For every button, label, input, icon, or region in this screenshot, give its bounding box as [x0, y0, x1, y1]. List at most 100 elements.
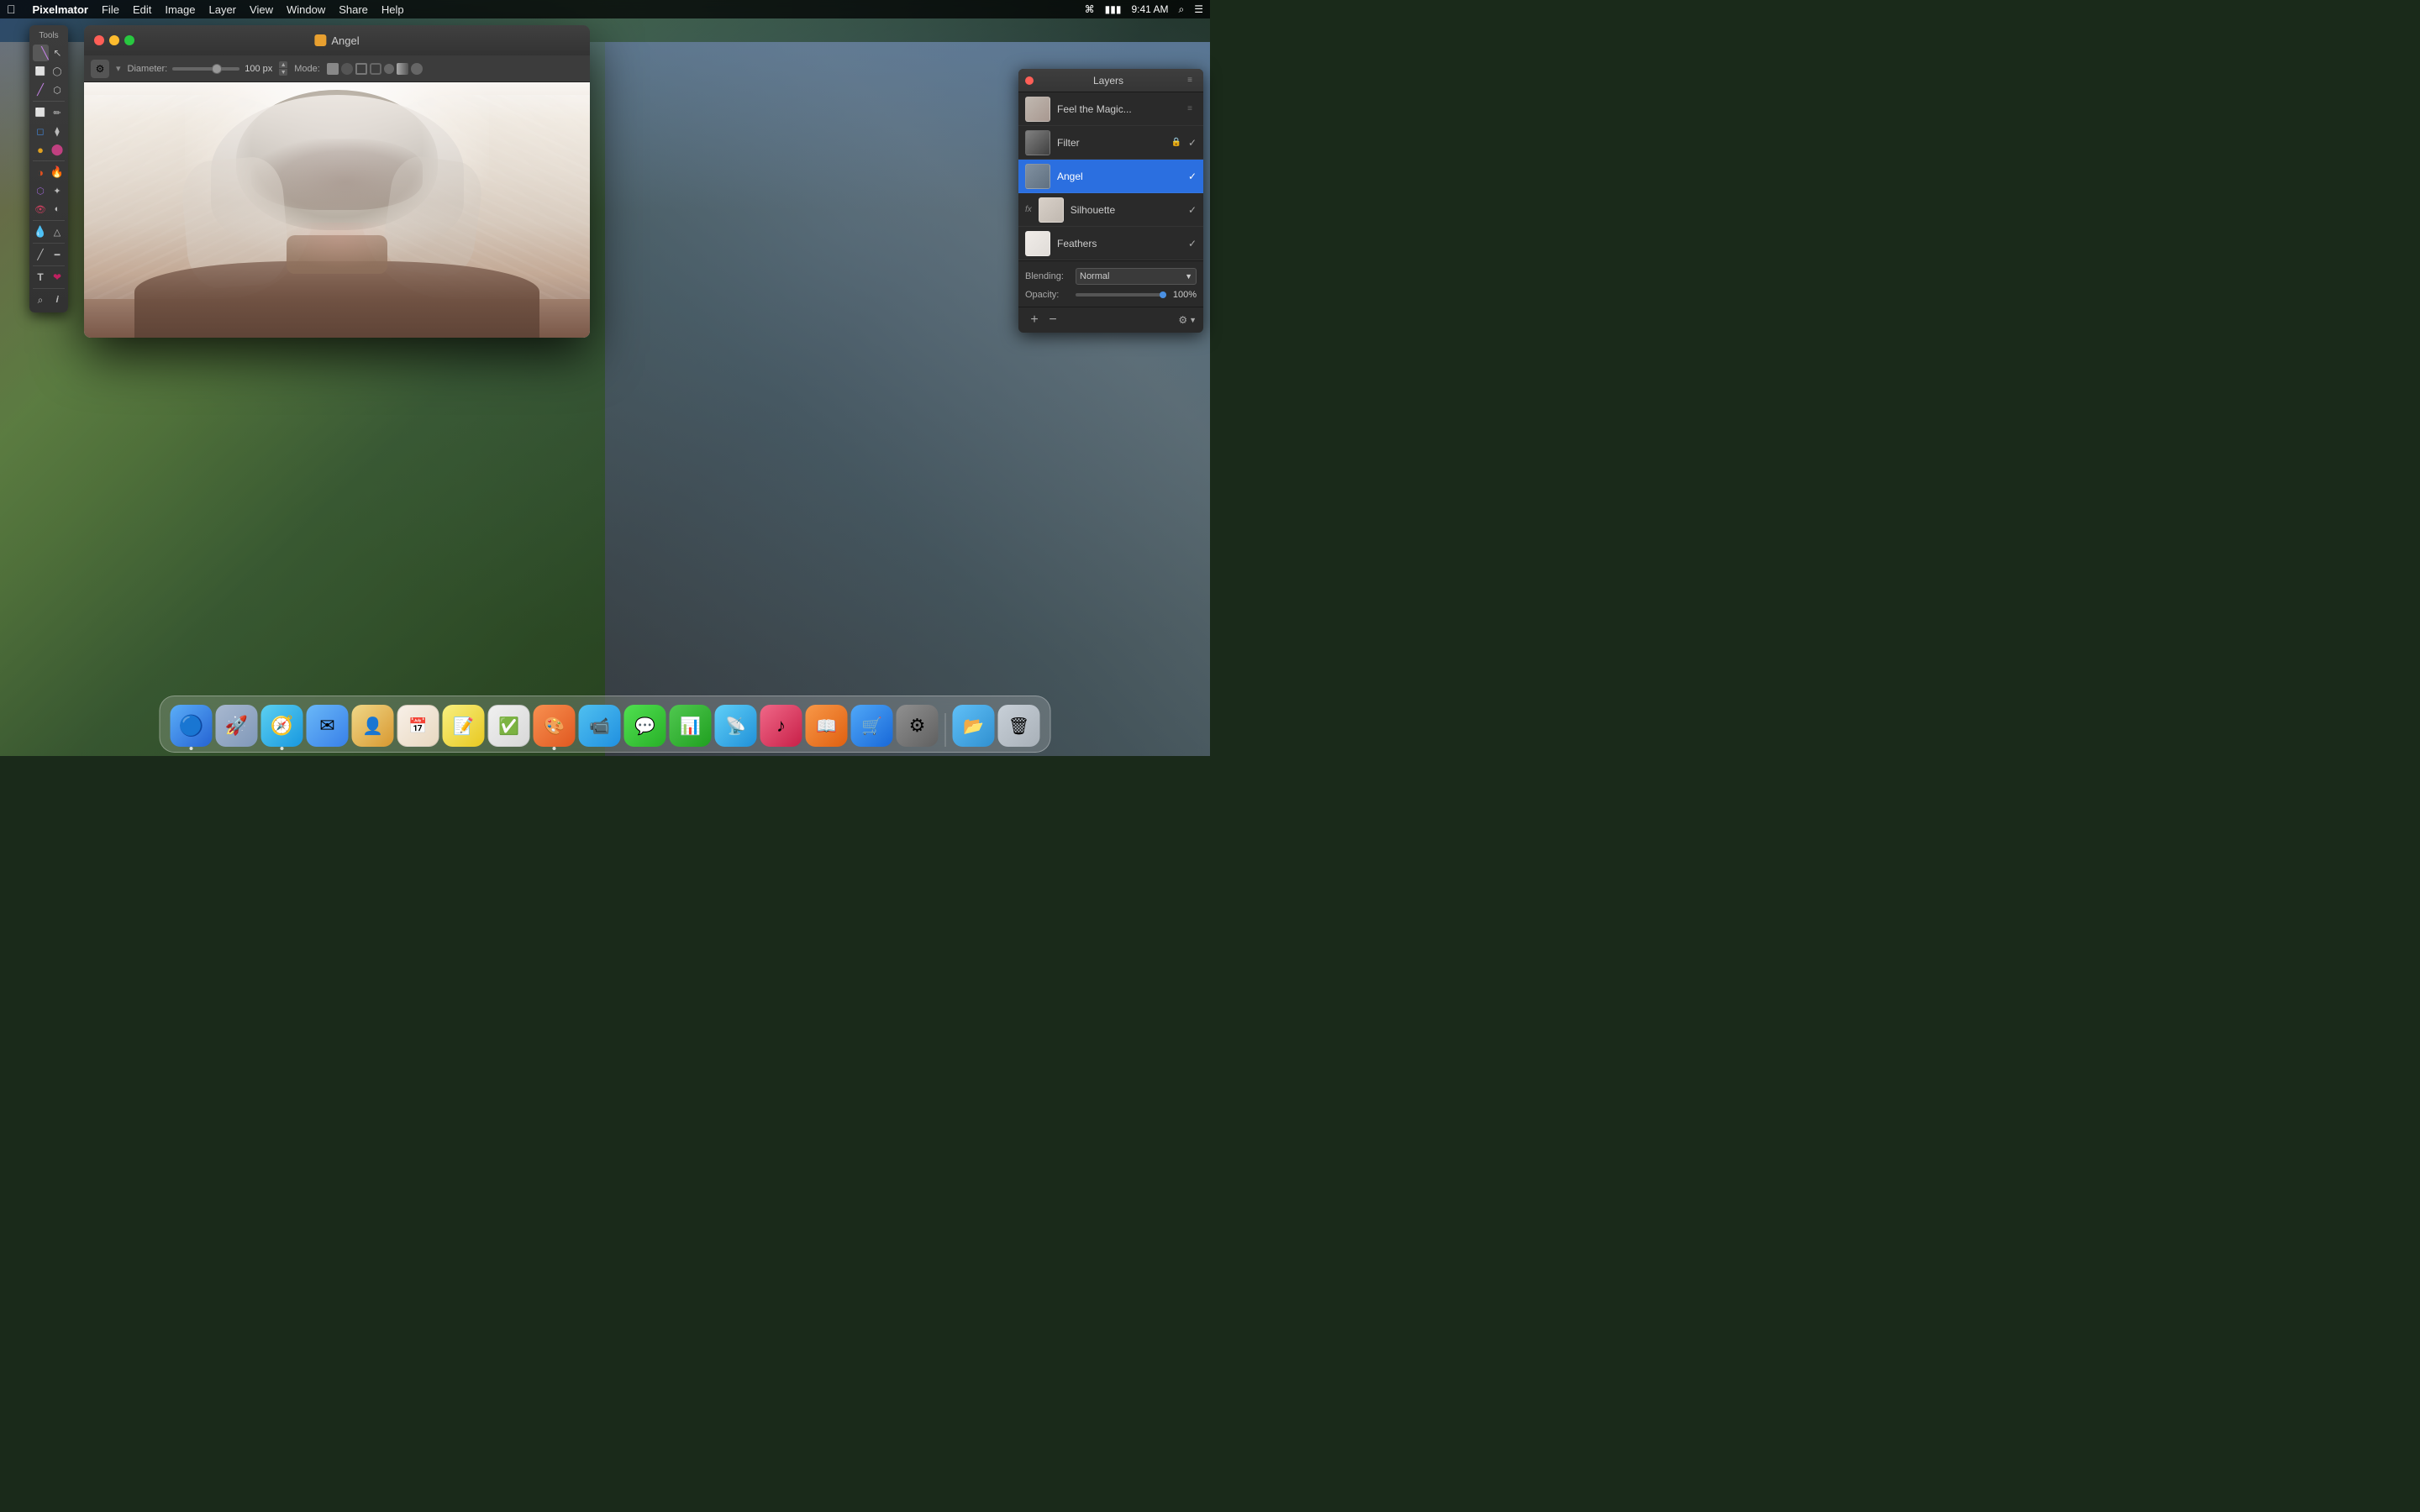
dock-item-calendar[interactable]: 📅: [397, 705, 439, 747]
ellipse-select-tool[interactable]: ◯: [50, 63, 65, 80]
close-button[interactable]: [94, 35, 104, 45]
layer-silhouette[interactable]: fx Silhouette ✓: [1018, 193, 1203, 227]
tool-row-13: ⌕ 𝒊: [29, 291, 68, 309]
layer-name-feel: Feel the Magic...: [1057, 103, 1176, 115]
gradient-tool[interactable]: ●: [33, 141, 48, 158]
dock-item-music[interactable]: ♪: [760, 705, 802, 747]
dock-item-reminders[interactable]: ✅: [488, 705, 530, 747]
pencil-tool[interactable]: ✏: [50, 104, 65, 121]
opacity-slider[interactable]: [1076, 293, 1166, 297]
layers-footer: + − ⚙ ▼: [1018, 307, 1203, 333]
blending-chevron: ▼: [1185, 272, 1192, 281]
mode-btn-1[interactable]: [327, 63, 339, 75]
menu-layer[interactable]: Layer: [208, 3, 236, 16]
brush-tool[interactable]: ╱: [33, 81, 48, 98]
diameter-slider[interactable]: [172, 67, 239, 71]
menu-window[interactable]: Window: [287, 3, 325, 16]
dock-item-launchpad[interactable]: 🚀: [216, 705, 258, 747]
dock-item-notes[interactable]: 📝: [443, 705, 485, 747]
tool-row-6: ● ⬤: [29, 140, 68, 159]
apple-menu[interactable]: : [7, 3, 16, 16]
tool-row-12: T ❤: [29, 268, 68, 286]
dock-item-sysprefs[interactable]: ⚙: [897, 705, 939, 747]
gear-icon: ⚙: [96, 63, 105, 75]
text-tool[interactable]: T: [33, 269, 48, 286]
launchpad-icon: 🚀: [225, 715, 248, 737]
clock: 9:41 AM: [1131, 3, 1168, 15]
remove-layer-button[interactable]: −: [1044, 311, 1062, 329]
selection-tool[interactable]: ↖: [50, 45, 65, 61]
paint-bucket-tool[interactable]: ⧫: [50, 123, 65, 139]
heal-tool[interactable]: ✦: [50, 182, 65, 199]
minimize-button[interactable]: [109, 35, 119, 45]
layers-close-button[interactable]: [1025, 76, 1034, 85]
sponge-tool[interactable]: ◐: [50, 201, 65, 218]
layer-name-feathers: Feathers: [1057, 238, 1181, 249]
blur-tool[interactable]: 💧: [33, 223, 48, 240]
dock-item-trash[interactable]: 🗑: [998, 705, 1040, 747]
search-icon[interactable]: ⌕: [1179, 3, 1185, 16]
dock-item-appstore[interactable]: 🛒: [851, 705, 893, 747]
menu-share[interactable]: Share: [339, 3, 368, 16]
dock-item-pixelmator[interactable]: 🎨: [534, 705, 576, 747]
dock-item-finder[interactable]: 🔵: [171, 705, 213, 747]
maximize-button[interactable]: [124, 35, 134, 45]
dock-item-folder[interactable]: 📂: [953, 705, 995, 747]
menu-view[interactable]: View: [250, 3, 273, 16]
layers-settings-button[interactable]: ⚙ ▼: [1178, 314, 1197, 326]
gradient2-tool[interactable]: ━: [50, 246, 65, 263]
dock-item-airdrop[interactable]: 📡: [715, 705, 757, 747]
eraser-tool[interactable]: ◻: [33, 123, 48, 139]
mode-btn-2[interactable]: [341, 63, 353, 75]
eye-tool[interactable]: 👁: [33, 201, 48, 218]
dock-item-numbers[interactable]: 📊: [670, 705, 712, 747]
layers-menu-button[interactable]: ≡: [1183, 74, 1197, 87]
line-tool[interactable]: ╱: [33, 246, 48, 263]
mode-btn-6[interactable]: [397, 63, 408, 75]
dock-item-messages[interactable]: 💬: [624, 705, 666, 747]
add-layer-button[interactable]: +: [1025, 311, 1044, 329]
dock-item-safari[interactable]: 🧭: [261, 705, 303, 747]
eyedropper-tool[interactable]: 𝒊: [50, 291, 65, 308]
control-center-icon[interactable]: ☰: [1194, 3, 1203, 15]
main-canvas[interactable]: [84, 82, 590, 338]
mode-btn-7[interactable]: [411, 63, 423, 75]
rect-select-tool[interactable]: ⬜: [33, 63, 48, 80]
battery-icon: ▮▮▮: [1105, 3, 1122, 15]
stamp-tool[interactable]: ⬡: [33, 182, 48, 199]
dock-item-facetime[interactable]: 📹: [579, 705, 621, 747]
layer-menu-feel[interactable]: ≡: [1183, 102, 1197, 116]
menu-help[interactable]: Help: [381, 3, 404, 16]
blending-select[interactable]: Normal ▼: [1076, 268, 1197, 285]
layer-feathers[interactable]: Feathers ✓: [1018, 227, 1203, 260]
settings-button[interactable]: ⚙: [91, 60, 109, 78]
tool-row-8: ⬡ ✦: [29, 181, 68, 200]
fill-tool[interactable]: ⬤: [50, 141, 65, 158]
contacts-icon: 👤: [362, 716, 383, 737]
transform-tool[interactable]: ⬜: [33, 104, 48, 121]
mode-btn-5[interactable]: [384, 64, 394, 74]
dodge-tool[interactable]: ◑: [33, 164, 48, 181]
layers-controls: Blending: Normal ▼ Opacity: 100%: [1018, 260, 1203, 307]
mode-btn-4[interactable]: [370, 63, 381, 75]
layer-feel-the-magic[interactable]: Feel the Magic... ≡: [1018, 92, 1203, 126]
crop-tool[interactable]: ⬡: [50, 81, 65, 98]
sharpen-tool[interactable]: △: [50, 223, 65, 240]
diameter-stepper[interactable]: ▲ ▼: [279, 61, 287, 76]
burn-tool[interactable]: 🔥: [50, 164, 65, 181]
layer-angel[interactable]: Angel ✓: [1018, 160, 1203, 193]
menu-edit[interactable]: Edit: [133, 3, 151, 16]
paintbrush-tool[interactable]: ⠀╲: [33, 45, 49, 61]
layer-filter[interactable]: Filter 🔒 ✓: [1018, 126, 1203, 160]
layer-thumb-filter: [1025, 130, 1050, 155]
dock-item-contacts[interactable]: 👤: [352, 705, 394, 747]
dock-item-books[interactable]: 📖: [806, 705, 848, 747]
zoom-tool[interactable]: ⌕: [33, 291, 48, 308]
mode-btn-3[interactable]: [355, 63, 367, 75]
shape-tool[interactable]: ❤: [50, 269, 65, 286]
reminders-icon: ✅: [498, 716, 519, 737]
menu-image[interactable]: Image: [165, 3, 195, 16]
app-name[interactable]: Pixelmator: [33, 3, 88, 16]
dock-item-mail[interactable]: ✉: [307, 705, 349, 747]
menu-file[interactable]: File: [102, 3, 119, 16]
